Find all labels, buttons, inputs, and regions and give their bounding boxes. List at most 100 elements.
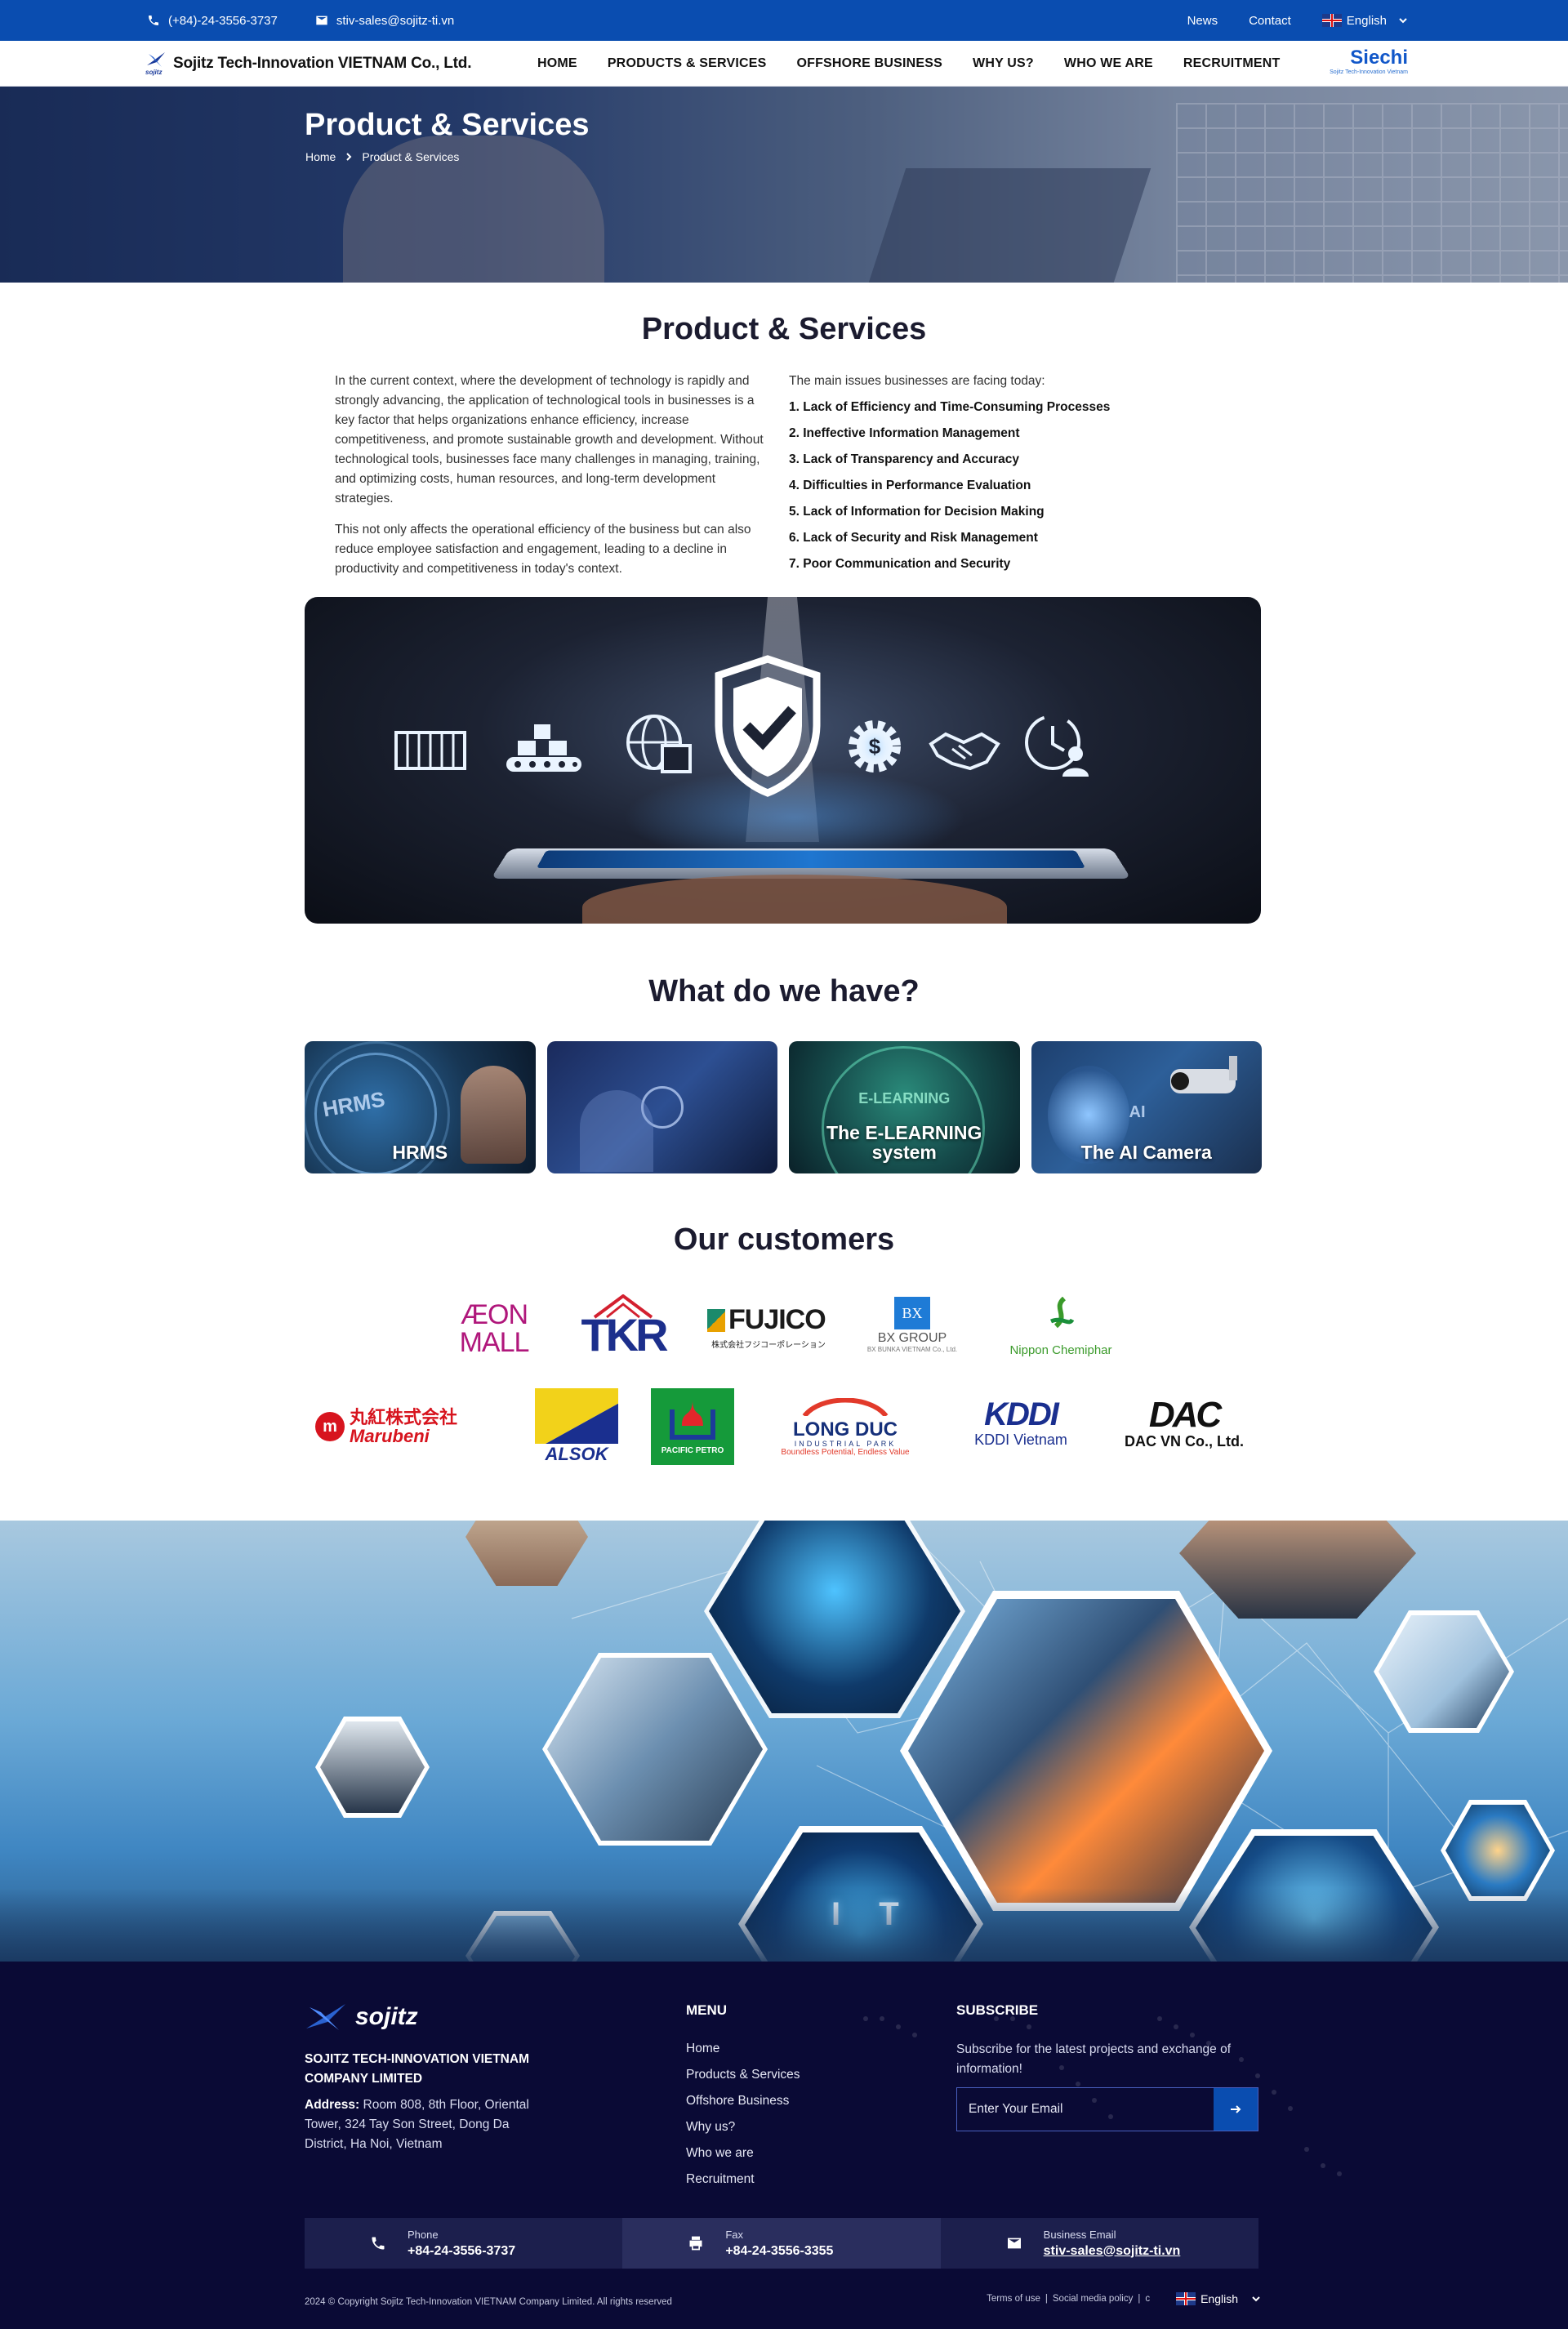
logo-text: KDDI — [984, 1396, 1059, 1432]
footer-contact-phone[interactable]: Phone +84-24-3556-3737 — [305, 2218, 623, 2269]
logo-text: 株式会社フジコーポレーション — [711, 1341, 826, 1350]
globe-box-icon — [626, 715, 692, 773]
legal-terms-link[interactable]: Terms of use — [987, 2294, 1040, 2304]
footer-menu-why-us[interactable]: Why us? — [686, 2118, 800, 2136]
nav-item-why-us[interactable]: WHY US? — [973, 56, 1034, 71]
breadcrumb-home[interactable]: Home — [305, 150, 336, 163]
issue-item: 6. Lack of Security and Risk Management — [789, 531, 1038, 545]
contact-label: Business Email — [1043, 2228, 1116, 2241]
footer-menu-offshore-business[interactable]: Offshore Business — [686, 2092, 800, 2110]
logo-text: Boundless Potential, Endless Value — [781, 1448, 910, 1457]
legal-extra-link[interactable]: c — [1145, 2294, 1150, 2304]
footer-menu-home[interactable]: Home — [686, 2040, 800, 2058]
issue-item: 3. Lack of Transparency and Accuracy — [789, 452, 1019, 466]
breadcrumb: Home Product & Services — [305, 150, 459, 163]
footer-menu-recruitment[interactable]: Recruitment — [686, 2171, 800, 2189]
customer-logo-aeon-mall: ÆON MALL — [449, 1301, 539, 1356]
pacific-petro-mark-icon — [670, 1400, 715, 1440]
customer-logo-pacific-petro: PACIFIC PETRO — [651, 1388, 734, 1465]
logo-text: DAC VN Co., Ltd. — [1125, 1433, 1244, 1450]
contact-label: Fax — [725, 2228, 743, 2241]
subscribe-form — [956, 2087, 1258, 2131]
sojitz-mark-icon — [306, 2004, 345, 2030]
footer-logo-text: sojitz — [355, 2003, 418, 2030]
customer-logo-marubeni: m 丸紅株式会社 Marubeni — [315, 1408, 508, 1445]
hero-overlay — [0, 87, 1568, 283]
nav-item-recruitment[interactable]: RECRUITMENT — [1183, 56, 1281, 71]
footer-address: Address: Room 808, 8th Floor, Oriental T… — [305, 2095, 550, 2154]
customer-logo-fujico: FUJICO 株式会社フジコーポレーション — [707, 1304, 830, 1350]
product-card-label: The E-LEARNING system — [826, 1122, 982, 1163]
card-decor-person — [579, 1090, 653, 1172]
footer-contact-email[interactable]: Business Email stiv-sales@sojitz-ti.vn — [940, 2218, 1258, 2269]
contact-value: +84-24-3556-3737 — [408, 2243, 516, 2258]
long-duc-arc-icon — [802, 1397, 889, 1418]
card-inner-text: E-LEARNING — [858, 1090, 951, 1107]
footer-menu-products-services[interactable]: Products & Services — [686, 2066, 800, 2084]
footer-menu-who-we-are[interactable]: Who we are — [686, 2144, 800, 2162]
logo-text: BX BUNKA VIETNAM Co., Ltd. — [866, 1346, 958, 1353]
footer-logo[interactable]: sojitz — [305, 2001, 418, 2033]
top-bar-contacts: (+84)-24-3556-3737 stiv-sales@sojitz-ti.… — [147, 0, 454, 41]
city-skyline-decor — [0, 1888, 1568, 1962]
intro-paragraph-1: In the current context, where the develo… — [335, 374, 764, 505]
issue-item: 7. Poor Communication and Security — [789, 557, 1011, 571]
subscribe-email-input[interactable] — [957, 2088, 1214, 2131]
issues-intro: The main issues businesses are facing to… — [789, 374, 1045, 388]
footer-language-selector[interactable]: English — [1176, 2292, 1261, 2305]
top-email-link[interactable]: stiv-sales@sojitz-ti.vn — [315, 14, 454, 28]
logo-text: FUJICO — [728, 1304, 826, 1335]
security-banner-image: $ — [305, 597, 1261, 924]
legal-social-policy-link[interactable]: Social media policy — [1053, 2294, 1133, 2304]
logo-text: TKR — [581, 1309, 668, 1360]
nav-item-offshore-business[interactable]: OFFSHORE BUSINESS — [796, 56, 942, 71]
partner-logo-text: Siechi — [1350, 47, 1408, 69]
logo-text: ÆON — [461, 1299, 528, 1330]
fujico-mark: FUJICO — [707, 1304, 830, 1336]
top-link-news[interactable]: News — [1187, 14, 1218, 28]
camera-icon — [1170, 1056, 1237, 1093]
language-label: English — [1346, 13, 1387, 28]
footer-subscribe-text: Subscribe for the latest projects and ex… — [956, 2042, 1232, 2076]
customer-logo-nippon-chemiphar: Nippon Chemiphar — [1001, 1296, 1120, 1357]
marubeni-mark: m 丸紅株式会社 Marubeni — [315, 1408, 508, 1445]
product-card-hrms[interactable]: HRMS HRMS — [305, 1041, 536, 1173]
fujico-square-icon — [707, 1308, 725, 1332]
breadcrumb-current: Product & Services — [362, 150, 460, 163]
main-navigation: sojitz Sojitz Tech-Innovation VIETNAM Co… — [0, 41, 1568, 87]
subscribe-submit-button[interactable] — [1214, 2088, 1258, 2131]
footer-contact-fax[interactable]: Fax +84-24-3556-3355 — [622, 2218, 941, 2269]
product-card-2[interactable] — [546, 1041, 777, 1173]
partner-logo[interactable]: Siechi Sojitz Tech-Innovation Vietnam — [1330, 47, 1408, 76]
hexagon-collage-image: I T — [0, 1521, 1568, 1962]
legal-divider: | — [1138, 2294, 1141, 2304]
footer-menu-heading: MENU — [686, 2002, 728, 2018]
brand-name: Sojitz Tech-Innovation VIETNAM Co., Ltd. — [173, 55, 472, 72]
card-inner-text: AI — [1129, 1103, 1146, 1121]
brand-logo[interactable]: sojitz Sojitz Tech-Innovation VIETNAM Co… — [145, 51, 471, 77]
footer: sojitz SOJITZ TECH-INNOVATION VIETNAM CO… — [0, 1962, 1568, 2329]
nav-item-home[interactable]: HOME — [537, 56, 577, 71]
chevron-right-icon — [346, 153, 352, 161]
intro-text: In the current context, where the develo… — [335, 372, 768, 590]
mail-icon — [1007, 2238, 1021, 2249]
products-heading: What do we have? — [648, 974, 920, 1009]
nav-item-products-services[interactable]: PRODUCTS & SERVICES — [608, 56, 767, 71]
product-card-ai-camera[interactable]: AI The AI Camera — [1031, 1041, 1262, 1173]
chevron-down-icon — [1252, 2296, 1260, 2302]
sojitz-mark-icon: sojitz — [145, 51, 167, 77]
customer-logo-dac: DAC DAC VN Co., Ltd. — [1116, 1397, 1252, 1450]
logo-text: KDDI Vietnam — [974, 1432, 1067, 1448]
product-card-elearning[interactable]: E-LEARNING The E-LEARNING system — [789, 1041, 1020, 1173]
uk-flag-icon — [1176, 2292, 1196, 2305]
footer-contacts: Phone +84-24-3556-3737 Fax +84-24-3556-3… — [305, 2218, 1258, 2269]
intro-paragraph-2: This not only affects the operational ef… — [335, 523, 751, 576]
nav-item-who-we-are[interactable]: WHO WE ARE — [1064, 56, 1153, 71]
language-selector[interactable]: English — [1321, 13, 1408, 28]
top-phone-link[interactable]: (+84)-24-3556-3737 — [147, 14, 278, 28]
top-link-contact[interactable]: Contact — [1249, 14, 1291, 28]
mail-icon — [316, 16, 327, 25]
banner-hands — [582, 875, 1007, 924]
product-cards: HRMS HRMS E-LEARNING The E-LEARNING syst… — [305, 1041, 1262, 1173]
shield-check-icon — [715, 655, 821, 797]
